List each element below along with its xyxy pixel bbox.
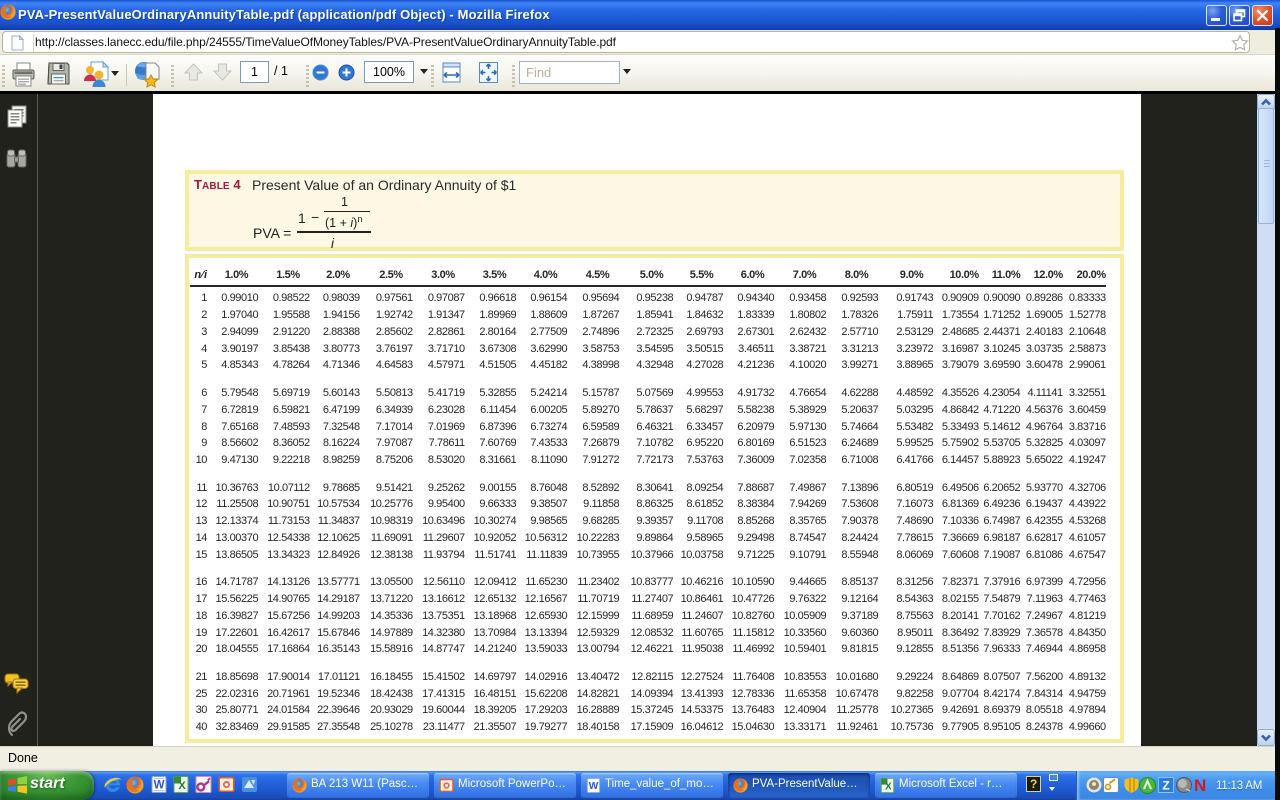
svg-text:X: X [885, 781, 892, 792]
svg-text:X: X [178, 780, 186, 792]
svg-text:Z: Z [1162, 779, 1169, 793]
svg-text:W: W [154, 780, 165, 792]
svg-text:W: W [589, 781, 599, 792]
